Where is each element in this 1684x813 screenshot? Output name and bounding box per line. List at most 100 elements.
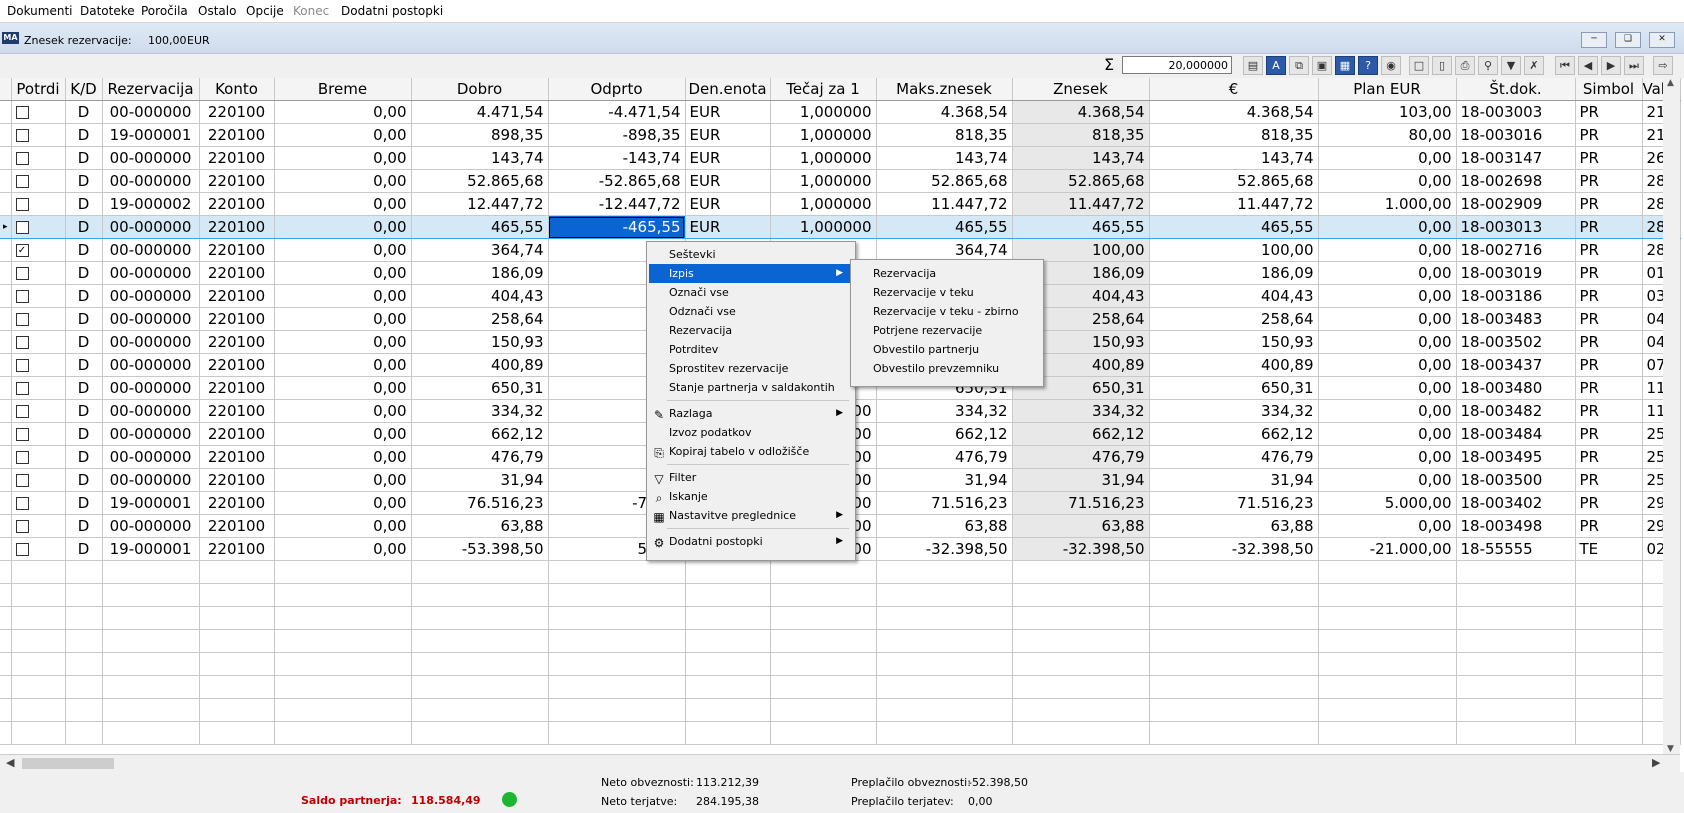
- submenu-item[interactable]: Potrjene rezervacije: [853, 321, 1041, 340]
- cell-breme[interactable]: 0,00: [274, 353, 412, 377]
- cell-kd[interactable]: D: [65, 215, 103, 239]
- cell-znesek[interactable]: 662,12: [1012, 422, 1150, 446]
- cell-kd[interactable]: D: [65, 491, 103, 515]
- prev-icon[interactable]: ◀: [1578, 56, 1598, 75]
- cell-eur[interactable]: 31,94: [1149, 468, 1319, 492]
- cell-odprto[interactable]: -52.865,68: [548, 169, 686, 193]
- confirm-checkbox[interactable]: [15, 313, 29, 326]
- cell-kd[interactable]: D: [65, 146, 103, 170]
- cell-plan[interactable]: 1.000,00: [1318, 192, 1457, 216]
- cell-eur[interactable]: 465,55: [1149, 215, 1319, 239]
- cell-simbol[interactable]: PR: [1575, 399, 1643, 423]
- camera-icon[interactable]: ◉: [1381, 56, 1401, 75]
- cell-rez[interactable]: 00-000000: [102, 215, 200, 239]
- cell-plan[interactable]: -21.000,00: [1318, 537, 1457, 561]
- cell-dobro[interactable]: 400,89: [411, 353, 549, 377]
- cell-dobro[interactable]: 898,35: [411, 123, 549, 147]
- print-preview-icon[interactable]: ▣: [1312, 56, 1332, 75]
- vertical-scrollbar[interactable]: ▲ ▼: [1663, 78, 1680, 754]
- cell-simbol[interactable]: TE: [1575, 537, 1643, 561]
- column-header[interactable]: Št.dok.: [1456, 78, 1576, 101]
- menu-ostalo[interactable]: Ostalo: [198, 4, 236, 18]
- confirm-checkbox[interactable]: [15, 290, 29, 303]
- cell-breme[interactable]: 0,00: [274, 284, 412, 308]
- cell-simbol[interactable]: PR: [1575, 169, 1643, 193]
- filter-icon[interactable]: ▼: [1501, 56, 1521, 75]
- cell-maks[interactable]: 334,32: [876, 399, 1013, 423]
- cell-dobro[interactable]: 150,93: [411, 330, 549, 354]
- context-menu-item[interactable]: Potrditev: [649, 340, 851, 359]
- cell-rez[interactable]: 00-000000: [102, 100, 200, 124]
- cell-plan[interactable]: 0,00: [1318, 468, 1457, 492]
- cell-rez[interactable]: 00-000000: [102, 284, 200, 308]
- cell-dok[interactable]: 18-55555: [1456, 537, 1576, 561]
- cell-konto[interactable]: 220100: [199, 330, 275, 354]
- cell-eur[interactable]: 52.865,68: [1149, 169, 1319, 193]
- confirm-checkbox[interactable]: [15, 474, 29, 487]
- scroll-left-icon[interactable]: ◀: [6, 756, 14, 769]
- cell-eur[interactable]: 400,89: [1149, 353, 1319, 377]
- cell-breme[interactable]: 0,00: [274, 123, 412, 147]
- column-header[interactable]: Simbol: [1575, 78, 1643, 101]
- cell-odprto[interactable]: -143,74: [548, 146, 686, 170]
- cell-breme[interactable]: 0,00: [274, 192, 412, 216]
- cell-plan[interactable]: 0,00: [1318, 399, 1457, 423]
- confirm-checkbox[interactable]: [15, 221, 29, 234]
- cell-znesek[interactable]: 52.865,68: [1012, 169, 1150, 193]
- cell-kd[interactable]: D: [65, 376, 103, 400]
- cell-simbol[interactable]: PR: [1575, 123, 1643, 147]
- cell-breme[interactable]: 0,00: [274, 399, 412, 423]
- font-icon[interactable]: A: [1266, 56, 1286, 75]
- cell-breme[interactable]: 0,00: [274, 537, 412, 561]
- cell-eur[interactable]: 150,93: [1149, 330, 1319, 354]
- cell-dok[interactable]: 18-002909: [1456, 192, 1576, 216]
- cell-breme[interactable]: 0,00: [274, 307, 412, 331]
- cell-breme[interactable]: 0,00: [274, 169, 412, 193]
- cell-konto[interactable]: 220100: [199, 123, 275, 147]
- cell-eur[interactable]: 143,74: [1149, 146, 1319, 170]
- cell-den[interactable]: EUR: [685, 123, 771, 147]
- cell-breme[interactable]: 0,00: [274, 261, 412, 285]
- table-icon[interactable]: ▦: [1335, 56, 1355, 75]
- cell-plan[interactable]: 0,00: [1318, 376, 1457, 400]
- submenu-item[interactable]: Obvestilo partnerju: [853, 340, 1041, 359]
- context-menu-item[interactable]: Označi vse: [649, 283, 851, 302]
- cell-dok[interactable]: 18-003019: [1456, 261, 1576, 285]
- cell-eur[interactable]: 71.516,23: [1149, 491, 1319, 515]
- context-menu-item[interactable]: ▦ Nastavitve preglednice ▶: [649, 506, 851, 525]
- table-row[interactable]: D 00-000000 220100 0,00 52.865,68 -52.865,68 E…: [0, 169, 1681, 193]
- exit-icon[interactable]: ⇨: [1653, 56, 1673, 75]
- horizontal-scroll-thumb[interactable]: [22, 758, 114, 769]
- cell-rez[interactable]: 00-000000: [102, 353, 200, 377]
- cell-rez[interactable]: 00-000000: [102, 422, 200, 446]
- close-icon[interactable]: ✕: [1649, 32, 1675, 48]
- cell-kd[interactable]: D: [65, 238, 103, 262]
- cell-dobro[interactable]: 63,88: [411, 514, 549, 538]
- confirm-checkbox[interactable]: [15, 451, 29, 464]
- cell-simbol[interactable]: PR: [1575, 307, 1643, 331]
- cell-konto[interactable]: 220100: [199, 422, 275, 446]
- context-menu-item[interactable]: ▽ Filter: [649, 468, 851, 487]
- cell-simbol[interactable]: PR: [1575, 514, 1643, 538]
- last-icon[interactable]: ⏭: [1624, 56, 1644, 75]
- cell-dobro[interactable]: 76.516,23: [411, 491, 549, 515]
- cell-dok[interactable]: 18-003502: [1456, 330, 1576, 354]
- context-menu-item[interactable]: ⌕ Iskanje: [649, 487, 851, 506]
- cell-znesek[interactable]: 31,94: [1012, 468, 1150, 492]
- confirm-checkbox[interactable]: [15, 428, 29, 441]
- column-header[interactable]: Breme: [274, 78, 412, 101]
- cell-plan[interactable]: 0,00: [1318, 215, 1457, 239]
- cell-maks[interactable]: 11.447,72: [876, 192, 1013, 216]
- cell-rez[interactable]: 19-000001: [102, 537, 200, 561]
- cell-plan[interactable]: 0,00: [1318, 307, 1457, 331]
- cell-simbol[interactable]: PR: [1575, 445, 1643, 469]
- cell-tecaj[interactable]: 1,000000: [770, 192, 877, 216]
- next-icon[interactable]: ▶: [1601, 56, 1621, 75]
- submenu-item[interactable]: Rezervacije v teku: [853, 283, 1041, 302]
- cell-eur[interactable]: 334,32: [1149, 399, 1319, 423]
- copy-icon[interactable]: ⧉: [1289, 56, 1309, 75]
- cell-rez[interactable]: 19-000001: [102, 491, 200, 515]
- cell-eur[interactable]: 818,35: [1149, 123, 1319, 147]
- cell-eur[interactable]: 404,43: [1149, 284, 1319, 308]
- cell-simbol[interactable]: PR: [1575, 238, 1643, 262]
